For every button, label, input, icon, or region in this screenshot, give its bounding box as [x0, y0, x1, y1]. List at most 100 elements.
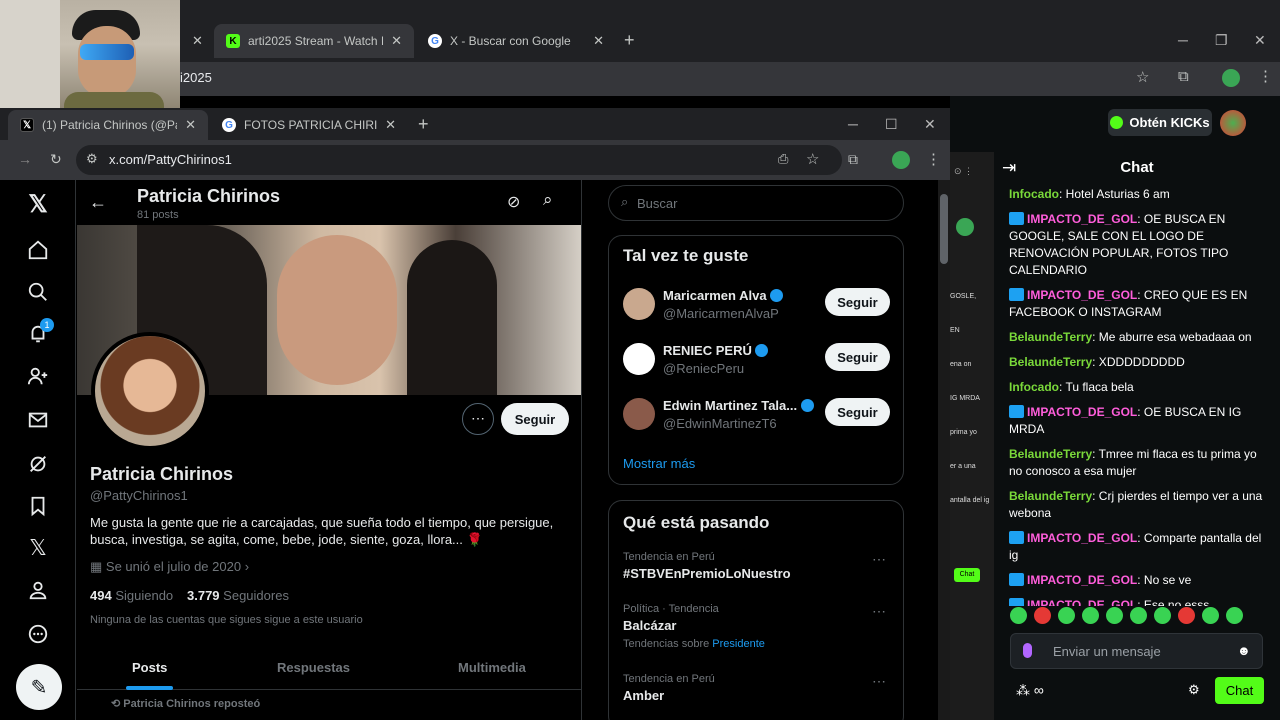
more-icon[interactable] — [24, 620, 52, 648]
suggestion-name[interactable]: Edwin Martinez Tala... — [663, 398, 814, 413]
chat-username[interactable]: IMPACTO_DE_GOL — [1027, 212, 1137, 226]
emote-icon[interactable] — [1058, 607, 1075, 624]
grok-icon[interactable] — [24, 450, 52, 478]
notifications-icon[interactable]: 1 — [24, 318, 54, 348]
forward-icon[interactable]: → — [18, 151, 32, 167]
search-icon[interactable]: ⌕ — [543, 190, 553, 210]
emoji-icon[interactable]: ☻ — [1237, 643, 1251, 658]
star-icon[interactable]: ☆ — [1136, 68, 1149, 86]
explore-icon[interactable] — [24, 278, 52, 306]
suggestion-avatar[interactable] — [623, 288, 655, 320]
close-window-icon[interactable]: ✕ — [924, 116, 936, 133]
suggestion-avatar[interactable] — [623, 398, 655, 430]
chat-input[interactable]: Enviar un mensaje ☻ — [1010, 633, 1263, 669]
trend-more-icon[interactable]: ⋯ — [872, 551, 887, 568]
messages-icon[interactable] — [24, 406, 52, 434]
chat-username[interactable]: IMPACTO_DE_GOL — [1027, 405, 1137, 419]
emote-icon[interactable] — [1010, 607, 1027, 624]
extensions-icon[interactable]: ⧉ — [848, 151, 858, 168]
tab-replies[interactable]: Respuestas — [277, 660, 350, 675]
chat-username[interactable]: BelaundeTerry — [1009, 447, 1092, 461]
front-tab-0[interactable]: 𝕏 (1) Patricia Chirinos (@PattyChi ✕ — [8, 110, 208, 140]
profile-avatar-icon[interactable] — [892, 151, 910, 169]
profile-avatar-icon[interactable] — [1222, 69, 1240, 87]
back-address-bar[interactable]: i2025 ☆ ⧉ ⋮ — [0, 62, 1280, 96]
x-home-logo-icon[interactable]: 𝕏 — [24, 190, 52, 218]
trend-more-icon[interactable]: ⋯ — [872, 603, 887, 620]
back-tab-1[interactable]: K arti2025 Stream - Watch Live o ✕ — [214, 24, 414, 58]
settings-dots-icon[interactable]: ⁂ ∞ — [1016, 682, 1044, 699]
mic-icon[interactable] — [1023, 643, 1032, 658]
home-icon[interactable] — [24, 236, 52, 264]
bookmarks-icon[interactable] — [24, 492, 52, 520]
get-kicks-button[interactable]: Obtén KICKs — [1108, 109, 1212, 136]
menu-icon[interactable]: ⋮ — [926, 150, 941, 168]
chat-username[interactable]: Infocado — [1009, 187, 1059, 201]
followers-link[interactable]: 3.779 Seguidores — [187, 588, 289, 603]
chat-username[interactable]: IMPACTO_DE_GOL — [1027, 573, 1137, 587]
suggestion-name[interactable]: RENIEC PERÚ — [663, 343, 769, 358]
close-icon[interactable]: ✕ — [185, 117, 196, 133]
compose-post-button[interactable]: ✎ — [16, 664, 62, 710]
suggestion-row[interactable]: RENIEC PERÚ @ReniecPeru Seguir — [609, 339, 903, 389]
install-icon[interactable]: ⎙ — [778, 151, 788, 167]
follow-suggestion-button[interactable]: Seguir — [825, 398, 890, 426]
chat-username[interactable]: IMPACTO_DE_GOL — [1027, 531, 1137, 545]
emote-icon[interactable] — [1154, 607, 1171, 624]
front-tab-1[interactable]: G FOTOS PATRICIA CHIRINOS 202 ✕ — [210, 110, 408, 140]
grok-icon[interactable]: ⊘ — [507, 192, 520, 212]
search-input[interactable]: ⌕ Buscar — [608, 185, 904, 221]
chat-username[interactable]: IMPACTO_DE_GOL — [1027, 288, 1137, 302]
chat-username[interactable]: BelaundeTerry — [1009, 355, 1092, 369]
chat-username[interactable]: Infocado — [1009, 380, 1059, 394]
following-link[interactable]: 494 Siguiendo — [90, 588, 173, 603]
maximize-icon[interactable]: ☐ — [885, 116, 898, 133]
profile-avatar[interactable] — [91, 332, 209, 450]
reload-icon[interactable]: ↻ — [50, 151, 62, 168]
minimize-icon[interactable]: ─ — [1178, 32, 1188, 48]
new-tab-icon[interactable]: + — [624, 30, 635, 51]
url-field[interactable]: ⚙ x.com/PattyChirinos1 ⎙ ☆ — [76, 145, 842, 175]
close-icon[interactable]: ✕ — [192, 33, 203, 49]
user-avatar[interactable] — [1220, 110, 1246, 136]
trend-related-link[interactable]: Presidente — [712, 638, 765, 650]
back-arrow-icon[interactable]: ← — [89, 192, 107, 213]
back-tab-2[interactable]: G X - Buscar con Google ✕ — [416, 24, 616, 58]
page-scrollbar[interactable] — [938, 180, 950, 720]
star-icon[interactable]: ☆ — [806, 150, 819, 168]
close-icon[interactable]: ✕ — [391, 33, 402, 49]
emote-icon[interactable] — [1130, 607, 1147, 624]
trend-item[interactable]: Tendencia en Perú Amber ⋯ — [609, 673, 903, 720]
emote-icon[interactable] — [1082, 607, 1099, 624]
follow-icon[interactable] — [24, 362, 52, 390]
menu-icon[interactable]: ⋮ — [1258, 67, 1273, 85]
chat-username[interactable]: BelaundeTerry — [1009, 489, 1092, 503]
follow-suggestion-button[interactable]: Seguir — [825, 343, 890, 371]
profile-icon[interactable] — [24, 576, 52, 604]
send-chat-button[interactable]: Chat — [1215, 677, 1264, 704]
extensions-icon[interactable]: ⧉ — [1178, 68, 1189, 85]
trend-more-icon[interactable]: ⋯ — [872, 673, 887, 690]
follow-suggestion-button[interactable]: Seguir — [825, 288, 890, 316]
emote-icon[interactable] — [1106, 607, 1123, 624]
emote-icon[interactable] — [1226, 607, 1243, 624]
scrollbar-thumb[interactable] — [940, 194, 948, 264]
trend-item[interactable]: Tendencia en Perú #STBVEnPremioLoNuestro ⋯ — [609, 551, 903, 611]
chat-username[interactable]: BelaundeTerry — [1009, 330, 1092, 344]
emote-icon[interactable] — [1178, 607, 1195, 624]
tab-media[interactable]: Multimedia — [458, 660, 526, 675]
chat-username[interactable]: IMPACTO_DE_GOL — [1027, 598, 1137, 606]
close-icon[interactable]: ✕ — [385, 117, 396, 133]
suggestion-avatar[interactable] — [623, 343, 655, 375]
suggestion-name[interactable]: Maricarmen Alva — [663, 288, 784, 303]
minimize-icon[interactable]: ─ — [848, 116, 858, 132]
show-more-link[interactable]: Mostrar más — [623, 456, 695, 471]
emote-icon[interactable] — [1034, 607, 1051, 624]
more-options-icon[interactable]: ⋯ — [462, 403, 494, 435]
tab-posts[interactable]: Posts — [132, 660, 167, 675]
emote-icon[interactable] — [1202, 607, 1219, 624]
trend-item[interactable]: Política · Tendencia Balcázar ⋯ Tendencias … — [609, 603, 903, 663]
restore-icon[interactable]: ❐ — [1215, 32, 1228, 49]
follow-button[interactable]: Seguir — [501, 403, 569, 435]
suggestion-row[interactable]: Edwin Martinez Tala... @EdwinMartinezT6 S… — [609, 394, 903, 444]
